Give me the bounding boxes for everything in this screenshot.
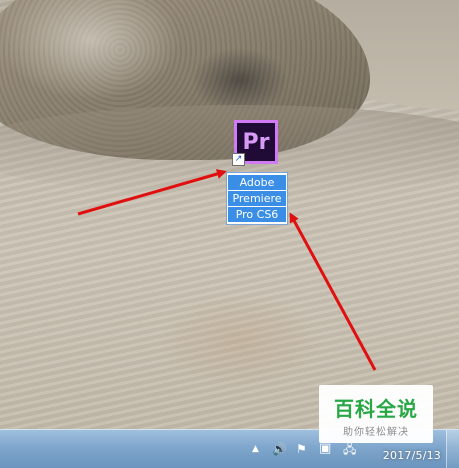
volume-icon[interactable]: 🔊 (272, 441, 287, 457)
label-line-3: Pro CS6 (228, 207, 286, 222)
shortcut-label[interactable]: Adobe Premiere Pro CS6 (226, 172, 288, 225)
show-hidden-icons-icon[interactable]: ▲ (252, 441, 259, 457)
desktop-wallpaper: Pr ↗ Adobe Premiere Pro CS6 (0, 0, 459, 429)
label-line-1: Adobe (228, 175, 286, 190)
icon-text: Pr (242, 129, 270, 155)
label-line-2: Premiere (228, 191, 286, 206)
watermark-title: 百科全说 (334, 397, 418, 421)
network-icon[interactable]: 🖧 (343, 441, 356, 457)
watermark-subtitle: 助你轻松解决 (343, 427, 409, 438)
action-center-flag-icon[interactable]: ⚑ (296, 441, 307, 457)
clock-date[interactable]: 2017/5/13 (383, 449, 441, 462)
shortcut-arrow-icon: ↗ (232, 153, 245, 166)
watermark-logo: 百科全说 助你轻松解决 (319, 385, 433, 443)
show-desktop-button[interactable] (446, 430, 459, 468)
device-icon[interactable]: ▣ (319, 441, 331, 457)
